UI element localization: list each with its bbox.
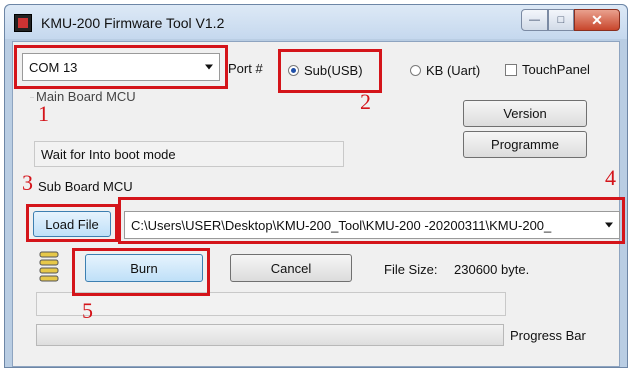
radio-kb-uart[interactable]: KB (Uart) (410, 63, 480, 78)
chip-icon (39, 251, 59, 282)
minimize-icon: — (529, 14, 540, 26)
annotation-3: 3 (22, 170, 33, 195)
annotation-4: 4 (605, 165, 616, 190)
annotation-1: 1 (38, 101, 49, 126)
app-logo-icon (14, 14, 32, 32)
highlight-load-file (26, 204, 118, 242)
file-size-value: 230600 byte. (454, 262, 530, 277)
highlight-burn-button (72, 248, 210, 296)
main-board-status: Wait for Into boot mode (34, 141, 344, 167)
highlight-port-select (14, 45, 228, 89)
sub-board-group-label: Sub Board MCU (38, 179, 133, 194)
radio-kb-uart-label: KB (Uart) (426, 63, 481, 78)
touchpanel-checkbox[interactable]: TouchPanel (505, 62, 590, 77)
port-label: Port # (228, 61, 263, 76)
title-bar[interactable]: KMU-200 Firmware Tool V1.2 — □ ✕ (5, 5, 627, 39)
version-button[interactable]: Version (463, 100, 587, 127)
window-title: KMU-200 Firmware Tool V1.2 (41, 15, 225, 31)
progress-bar (36, 324, 504, 346)
close-button[interactable]: ✕ (574, 9, 620, 31)
progress-label: Progress Bar (510, 328, 586, 343)
close-icon: ✕ (591, 11, 603, 28)
highlight-sub-usb (278, 49, 382, 93)
minimize-button[interactable]: — (521, 9, 548, 31)
programme-button[interactable]: Programme (463, 131, 587, 158)
file-size-label: File Size: (384, 262, 438, 277)
annotation-2: 2 (360, 89, 371, 114)
annotation-5: 5 (82, 298, 93, 323)
checkbox-icon (505, 63, 517, 76)
maximize-button[interactable]: □ (548, 9, 574, 31)
main-board-group-label: Main Board MCU (36, 89, 136, 104)
radio-unselected-icon (410, 65, 421, 76)
cancel-button[interactable]: Cancel (230, 254, 352, 282)
touchpanel-label: TouchPanel (522, 62, 590, 77)
highlight-file-path (118, 197, 625, 244)
group-divider (30, 97, 34, 98)
maximize-icon: □ (557, 14, 565, 26)
